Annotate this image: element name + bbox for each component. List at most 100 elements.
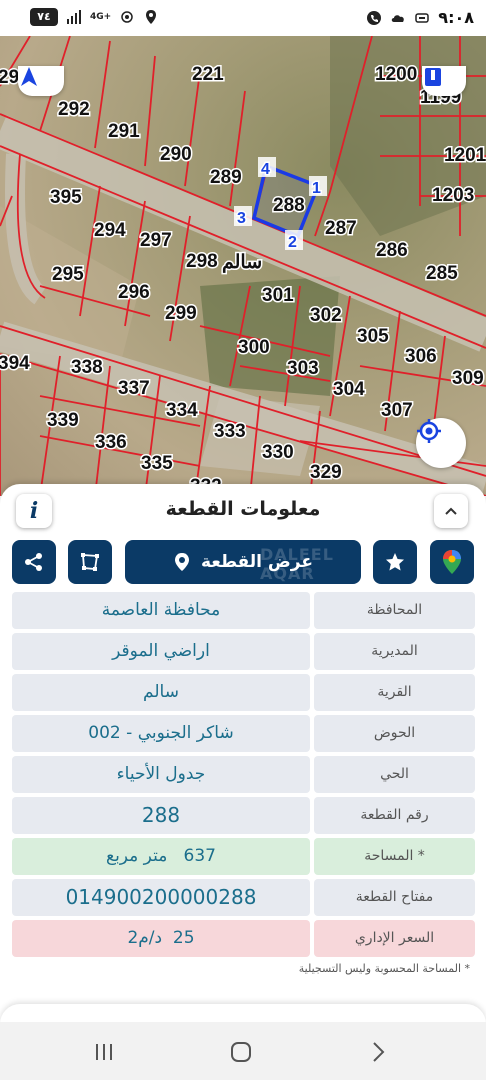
navigation-arrow-icon [21,67,37,86]
location-status-icon [146,10,157,24]
area-value: 637 متر مربع [12,838,310,875]
plot-label: 296 [118,282,150,303]
plot-label: 299 [165,303,197,324]
plot-info-sheet: i معلومات القطعة DALEEL AQAR عرض القطعة … [0,484,486,1024]
plot-label: 305 [357,326,389,347]
area-unit: متر مربع [106,846,168,866]
plot-label: 338 [71,357,103,378]
status-icons-left: ٧٤ 4G+ [30,8,159,26]
polygon-icon [81,553,99,571]
corner-marker: 2 [288,234,297,251]
street-label: سالم [222,252,262,273]
home-icon[interactable] [229,1040,253,1064]
back-icon[interactable] [366,1040,390,1064]
table-row: 25 د/م2 السعر الإداري [12,920,475,957]
cloud-icon [392,14,405,22]
plot-label: 339 [47,410,79,431]
plot-label: 295 [52,264,84,285]
plot-label: 291 [108,121,140,142]
directorate-label: المديرية [314,633,475,670]
corner-marker: 3 [237,210,246,227]
watermark: DALEEL AQAR [260,545,334,583]
plot-label: 330 [262,442,294,463]
directorate-value: اراضي الموقر [12,633,310,670]
village-value: سالم [12,674,310,711]
google-maps-button[interactable] [430,540,474,584]
plot-label: 1201 [444,145,486,166]
compass-button[interactable] [18,66,64,96]
share-button[interactable] [12,540,56,584]
google-maps-icon [443,550,461,574]
recent-apps-icon[interactable] [92,1040,116,1064]
plot-label: 337 [118,378,150,399]
selected-plot-label: 288 [273,195,305,216]
price-unit: د/م2 [127,928,163,948]
plot-label: 287 [325,218,357,239]
plot-label: 285 [426,263,458,284]
star-icon [386,553,404,571]
chevron-up-icon [445,507,457,515]
area-label: المساحة * [314,838,475,875]
governorate-value: محافظة العاصمة [12,592,310,629]
table-row: اراضي الموقر المديرية [12,633,475,670]
plot-label: 301 [262,285,294,306]
collapse-button[interactable] [434,494,468,528]
system-nav-bar [0,1022,486,1080]
area-footnote: * المساحة المحسوبة وليس التسجيلية [298,962,470,975]
corner-marker: 1 [312,180,321,197]
table-row: جدول الأحياء الحي [12,756,475,793]
plot-number-value: 288 [12,797,310,834]
show-plot-button[interactable]: DALEEL AQAR عرض القطعة [125,540,361,584]
plot-label: 336 [95,432,127,453]
vpn-icon [415,12,430,23]
table-row: محافظة العاصمة المحافظة [12,592,475,629]
plot-label: 329 [310,462,342,483]
plot-label: 334 [166,400,198,421]
plot-details-table: محافظة العاصمة المحافظة اراضي الموقر الم… [12,592,475,961]
plot-label: 304 [333,379,365,400]
plot-label: 300 [238,337,270,358]
village-label: القرية [314,674,475,711]
action-bar: DALEEL AQAR عرض القطعة [0,540,486,586]
governorate-label: المحافظة [314,592,475,629]
plot-label: 302 [310,305,342,326]
plot-label: 307 [381,400,413,421]
plot-label: 221 [192,64,224,85]
area-number: 637 [183,846,216,866]
plot-key-value: 014900200000288 [12,879,310,916]
crosshair-location-icon [417,419,441,443]
map-layers-button[interactable] [422,66,466,96]
table-row: سالم القرية [12,674,475,711]
neighborhood-value: جدول الأحياء [12,756,310,793]
battery-indicator: ٧٤ [30,8,58,26]
admin-price-label: السعر الإداري [314,920,475,957]
admin-price-value: 25 د/م2 [12,920,310,957]
my-location-button[interactable] [416,418,466,468]
plot-label: 289 [210,167,242,188]
cadastral-map[interactable]: 293 221 1200 1199 292 291 290 1201 289 2… [0,36,486,496]
hotspot-icon [121,11,133,23]
favorite-button[interactable] [373,540,417,584]
table-row: 014900200000288 مفتاح القطعة [12,879,475,916]
call-icon [367,10,382,25]
location-pin-icon [175,553,190,571]
plot-label: 294 [94,220,126,241]
status-bar: ٧٤ 4G+ ٩:٠٨ [0,0,486,36]
sheet-title: معلومات القطعة [165,498,321,520]
basin-label: الحوض [314,715,475,752]
plot-label: 298 [186,251,218,272]
neighborhood-label: الحي [314,756,475,793]
share-icon [25,553,42,571]
plot-label: 290 [160,144,192,165]
plot-label: 1203 [432,185,474,206]
corner-marker: 4 [261,161,270,178]
plot-label: 1200 [375,64,417,85]
plot-label: 333 [214,421,246,442]
map-layer[interactable]: 293 221 1200 1199 292 291 290 1201 289 2… [0,36,486,496]
clock: ٩:٠٨ [438,8,474,27]
network-type: 4G+ [90,12,112,22]
plot-label: 303 [287,358,319,379]
price-number: 25 [172,928,195,948]
basin-value: شاكر الجنوبي - 002 [12,715,310,752]
draw-shape-button[interactable] [68,540,112,584]
